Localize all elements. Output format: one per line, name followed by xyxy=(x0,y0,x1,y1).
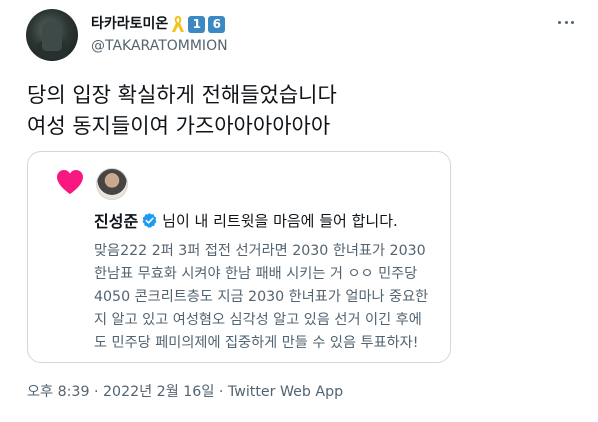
author-names: 타카라토미온 1 6 @TAKARATOMMION xyxy=(91,14,228,57)
tweet-metadata: 오후 8:39 · 2022년 2월 16일 · Twitter Web App xyxy=(27,381,343,401)
card-body-line: 4050 콘크리트층도 지금 2030 한녀표가 얼마나 중요한 xyxy=(94,289,429,305)
author-display-name[interactable]: 타카라토미온 xyxy=(91,14,168,34)
tweet-source[interactable]: Twitter Web App xyxy=(228,384,343,400)
card-body: 맞음222 2퍼 3퍼 접전 선거라면 2030 한녀표가 2030 한남표 무… xyxy=(94,240,428,355)
quoted-notification-card[interactable]: 진성준 님이 내 리트윗을 마음에 들어 합니다. 맞음222 2퍼 3퍼 접전… xyxy=(27,151,451,363)
card-action-text: 님이 내 리트윗을 마음에 들어 합니다. xyxy=(162,211,398,230)
card-body-line: 한남표 무효화 시켜야 한남 패배 시키는 거 ㅇㅇ 민주당 xyxy=(94,266,418,282)
card-body-line: 도 민주당 페미의제에 집중하게 만들 수 있음 투표하자! xyxy=(94,335,419,351)
more-dots-icon[interactable] xyxy=(554,12,578,32)
card-title: 진성준 님이 내 리트윗을 마음에 들어 합니다. xyxy=(94,208,398,232)
keycap-badge-6: 6 xyxy=(208,15,226,33)
author-display-name-row[interactable]: 타카라토미온 1 6 xyxy=(91,14,228,34)
heart-icon xyxy=(57,170,83,194)
yellow-ribbon-icon xyxy=(172,16,185,32)
keycap-badge-1: 1 xyxy=(188,15,206,33)
card-body-line: 맞음222 2퍼 3퍼 접전 선거라면 2030 한녀표가 2030 xyxy=(94,243,426,259)
meta-separator: · xyxy=(89,384,104,400)
tweet-text-line: 여성 동지들이여 가즈아아아아아아 xyxy=(27,114,331,138)
meta-separator: · xyxy=(214,384,228,400)
author-handle[interactable]: @TAKARATOMMION xyxy=(91,35,228,57)
tweet-text-line: 당의 입장 확실하게 전해들었습니다 xyxy=(27,83,337,107)
tweet-time[interactable]: 오후 8:39 xyxy=(27,384,89,400)
verified-badge-icon xyxy=(142,212,157,228)
card-body-line: 지 알고 있고 여성혐오 심각성 알고 있음 선거 이긴 후에 xyxy=(94,312,422,328)
liker-name[interactable]: 진성준 xyxy=(94,208,138,232)
author-avatar[interactable] xyxy=(26,9,78,61)
tweet-header: 타카라토미온 1 6 @TAKARATOMMION xyxy=(26,8,582,64)
tweet-text: 당의 입장 확실하게 전해들었습니다 여성 동지들이여 가즈아아아아아아 xyxy=(27,80,337,142)
liker-avatar[interactable] xyxy=(96,168,128,200)
tweet-date[interactable]: 2022년 2월 16일 xyxy=(103,384,214,400)
